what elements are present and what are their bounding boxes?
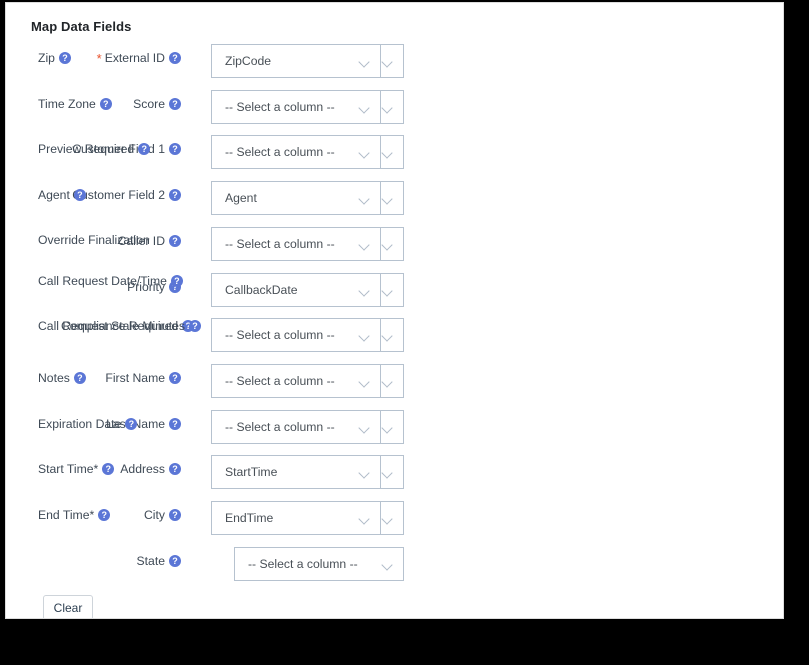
field-row-time-zone: Time Zone -- Select a column -- [6,87,381,133]
select-expiration-date[interactable]: -- Select a column -- [211,409,381,444]
select-value: -- Select a column -- [248,556,358,571]
chevron-down-icon[interactable] [360,195,369,204]
chevron-down-icon[interactable] [383,378,392,387]
chevron-down-icon[interactable] [360,104,369,113]
field-label-text: Expiration Date [38,416,122,431]
field-label-time-zone: Time Zone [38,87,203,112]
field-label-notes: Notes [38,361,203,386]
field-label-text: Notes [38,370,70,385]
help-circle-icon[interactable] [58,52,71,64]
select-value: CallbackDate [225,282,298,297]
select-value: -- Select a column -- [225,145,335,160]
select-time-zone[interactable]: -- Select a column -- [211,89,381,124]
field-label-text: Call Request Stale Minutes [38,319,185,334]
chevron-down-icon[interactable] [383,424,392,433]
field-label-text: Zip [38,51,55,65]
field-label-end-time: End Time* [38,498,203,523]
help-circle-icon[interactable] [170,274,183,287]
field-row-state: State -- Select a column -- [6,544,411,590]
chevron-down-icon[interactable] [360,58,369,67]
select-end-time[interactable]: EndTime [211,501,381,535]
help-circle-icon[interactable] [125,417,138,430]
field-label-start-time: Start Time* [38,452,203,477]
select-value: -- Select a column -- [225,328,335,343]
select-start-time[interactable]: StartTime [211,455,381,490]
select-override-finalization[interactable]: -- Select a column -- [211,226,381,261]
help-circle-icon[interactable] [138,143,151,156]
field-label-override-finalization: Override Finalization [38,224,203,248]
field-row-preview-required: Preview Required -- Select a column -- [6,132,381,178]
field-label-state: State [6,544,181,569]
field-row-notes: Notes -- Select a column -- [6,361,381,407]
select-value: EndTime [225,511,274,525]
select-value: -- Select a column -- [225,373,335,388]
field-label-text: Agent [38,188,70,203]
field-label-text: Call Request Date/Time [38,273,167,288]
field-row-call-request-stale-minutes: Call Request Stale Minutes -- Select a co… [6,315,381,361]
page-title: Map Data Fields [31,19,132,34]
field-label-preview-required: Preview Required [38,132,203,157]
chevron-down-icon[interactable] [383,195,392,204]
help-circle-icon[interactable] [189,320,201,333]
help-circle-icon[interactable] [99,97,112,110]
chevron-down-icon[interactable] [383,287,392,296]
select-value: -- Select a column -- [225,419,335,434]
select-value: StartTime [225,465,278,480]
field-label-text: Time Zone [38,96,96,111]
select-agent[interactable]: Agent [211,181,381,216]
help-circle-icon[interactable] [169,554,181,567]
select-call-request-stale-minutes[interactable]: -- Select a column -- [211,318,381,353]
chevron-down-icon[interactable] [383,241,392,250]
help-circle-icon[interactable] [73,371,86,384]
field-label-call-request-date-time: Call Request Date/Time [38,270,203,289]
select-call-request-date-time[interactable]: CallbackDate [211,272,381,307]
field-label-text: End Time* [38,508,95,522]
field-row-override-finalization: Override Finalization -- Select a column … [6,224,381,270]
chevron-down-icon[interactable] [383,58,392,67]
field-label-text: Preview Required [38,142,135,157]
field-row-call-request-date-time: Call Request Date/Time CallbackDate [6,270,381,316]
chevron-down-icon[interactable] [360,287,369,296]
select-notes[interactable]: -- Select a column -- [211,363,381,398]
field-label-expiration-date: Expiration Date [38,407,203,432]
select-value: ZipCode [225,54,272,68]
clear-button[interactable]: Clear [43,595,93,618]
field-row-start-time: Start Time* StartTime [6,452,381,498]
chevron-down-icon[interactable] [383,104,392,113]
help-circle-icon[interactable] [73,189,86,202]
select-value: Agent [225,191,257,206]
chevron-down-icon[interactable] [383,332,392,341]
chevron-down-icon[interactable] [383,469,392,478]
field-label-text: State [136,553,165,568]
field-label-text: Override Finalization [38,232,150,247]
chevron-down-icon[interactable] [360,332,369,341]
chevron-down-icon[interactable] [360,424,369,433]
chevron-down-icon[interactable] [360,149,369,158]
chevron-down-icon[interactable] [383,561,392,570]
field-row-agent: Agent Agent [6,178,381,224]
chevron-down-icon[interactable] [360,241,369,250]
field-row-end-time: End Time* EndTime [6,498,381,544]
chevron-down-icon[interactable] [383,515,392,524]
select-zip[interactable]: ZipCode [211,44,381,78]
chevron-down-icon[interactable] [383,149,392,158]
chevron-down-icon[interactable] [360,378,369,387]
field-label-zip: Zip [38,41,203,66]
field-row-zip: Zip ZipCode [6,41,381,87]
select-value: -- Select a column -- [225,236,335,251]
field-row-expiration-date: Expiration Date -- Select a column -- [6,407,381,453]
field-label-text: Start Time* [38,462,99,477]
field-label-call-request-stale-minutes: Call Request Stale Minutes [38,315,203,334]
select-value: -- Select a column -- [225,99,335,114]
map-data-fields-card: Map Data Fields *External IDRecordNumber… [5,2,784,619]
help-circle-icon[interactable] [98,509,111,521]
select-state[interactable]: -- Select a column -- [234,546,404,581]
field-label-agent: Agent [38,178,203,203]
help-circle-icon[interactable] [102,463,115,476]
chevron-down-icon[interactable] [360,469,369,478]
chevron-down-icon[interactable] [360,515,369,524]
select-preview-required[interactable]: -- Select a column -- [211,135,381,170]
